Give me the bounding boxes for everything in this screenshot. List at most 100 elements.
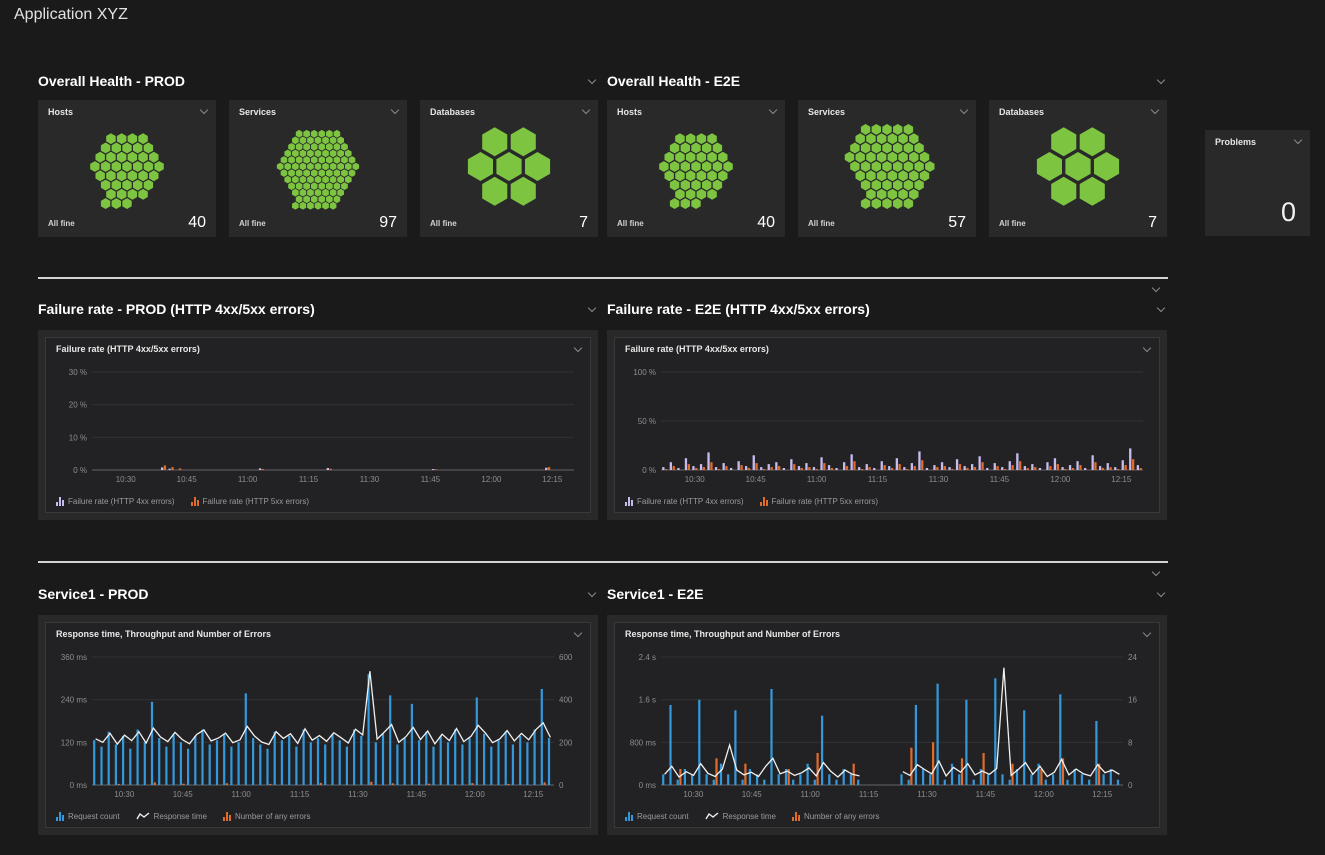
legend-label: Failure rate (HTTP 5xx errors) [772,497,879,506]
entity-count: 40 [757,214,775,232]
chevron-down-icon[interactable] [572,343,584,355]
header-service-prod-label: Service1 - PROD [38,586,149,602]
service-prod-chart[interactable]: 0 ms0120 ms200240 ms400360 ms60010:3010:… [50,647,586,801]
header-health-prod: Overall Health - PROD [38,73,598,89]
hex-cluster [432,122,586,211]
tile-failure-e2e[interactable]: Failure rate (HTTP 4xx/5xx errors) 0 %50… [607,330,1167,520]
entity-count: 7 [1148,214,1157,232]
svg-text:11:30: 11:30 [348,790,368,799]
svg-text:10:30: 10:30 [683,790,704,799]
legend-item[interactable]: Response time [705,812,776,821]
chevron-down-icon[interactable] [1150,283,1162,295]
chevron-down-icon[interactable] [1155,303,1167,315]
chart-inner-tile: Failure rate (HTTP 4xx/5xx errors) 0 %10… [45,337,591,513]
tile-e2e-databases[interactable]: Databases All fine 7 [989,100,1167,237]
header-service-e2e: Service1 - E2E [607,586,1167,602]
svg-text:0 ms: 0 ms [639,781,656,790]
failure-prod-chart[interactable]: 0 %10 %20 %30 %10:3010:4511:0011:1511:30… [50,362,586,486]
bar-series-icon [792,812,800,821]
svg-text:2.4 s: 2.4 s [639,653,656,662]
tile-prod-hosts[interactable]: Hosts All fine 40 [38,100,216,237]
bar-series-icon [56,497,64,506]
header-failure-prod: Failure rate - PROD (HTTP 4xx/5xx errors… [38,301,598,317]
chart-service-prod: 0 ms0120 ms200240 ms400360 ms60010:3010:… [50,647,586,801]
chevron-down-icon[interactable] [586,303,598,315]
chevron-down-icon[interactable] [198,105,210,117]
chevron-down-icon[interactable] [389,105,401,117]
svg-text:12:00: 12:00 [1034,790,1055,799]
tile-title: Problems [1215,137,1256,147]
legend-label: Number of any errors [235,812,311,821]
svg-text:11:15: 11:15 [859,790,879,799]
header-health-e2e: Overall Health - E2E [607,73,1167,89]
chart-failure-e2e: 0 %50 %100 %10:3010:4511:0011:1511:3011:… [619,362,1155,486]
svg-text:24: 24 [1128,653,1137,662]
legend-item[interactable]: Number of any errors [792,812,880,821]
chevron-down-icon[interactable] [572,628,584,640]
svg-text:11:00: 11:00 [231,790,251,799]
chart-title: Response time, Throughput and Number of … [625,629,840,639]
chevron-down-icon[interactable] [1150,567,1162,579]
chevron-down-icon[interactable] [586,588,598,600]
legend-label: Request count [68,812,120,821]
header-service-prod: Service1 - PROD [38,586,598,602]
chart-inner-tile: Response time, Throughput and Number of … [45,622,591,828]
chart-title: Failure rate (HTTP 4xx/5xx errors) [56,344,200,354]
hex-cluster [241,122,395,211]
tile-e2e-hosts[interactable]: Hosts All fine 40 [607,100,785,237]
health-tiles-prod: Hosts All fine 40 Services All fine 97 D… [38,100,598,237]
tile-title: Hosts [617,107,642,117]
legend-item[interactable]: Request count [56,812,120,821]
svg-text:10:45: 10:45 [173,790,194,799]
tile-service-prod[interactable]: Response time, Throughput and Number of … [38,615,598,835]
chevron-down-icon[interactable] [1292,135,1304,147]
svg-text:12:00: 12:00 [1050,475,1071,484]
tile-prod-services[interactable]: Services All fine 97 [229,100,407,237]
svg-text:12:15: 12:15 [1111,475,1132,484]
svg-text:10:30: 10:30 [685,475,706,484]
tile-title: Databases [430,107,475,117]
legend-item[interactable]: Request count [625,812,689,821]
legend-item[interactable]: Failure rate (HTTP 5xx errors) [760,497,879,506]
hex-cluster [619,122,773,211]
svg-text:11:30: 11:30 [360,475,380,484]
chart-inner-tile: Response time, Throughput and Number of … [614,622,1160,828]
hex-cluster-container [432,122,586,211]
legend-item[interactable]: Failure rate (HTTP 5xx errors) [191,497,310,506]
svg-text:11:45: 11:45 [407,790,427,799]
svg-text:11:15: 11:15 [299,475,319,484]
chevron-down-icon[interactable] [586,75,598,87]
chevron-down-icon[interactable] [580,105,592,117]
tile-prod-databases[interactable]: Databases All fine 7 [420,100,598,237]
legend-item[interactable]: Number of any errors [223,812,311,821]
legend-item[interactable]: Failure rate (HTTP 4xx errors) [625,497,744,506]
header-health-prod-label: Overall Health - PROD [38,73,185,89]
legend-label: Failure rate (HTTP 4xx errors) [68,497,175,506]
chevron-down-icon[interactable] [1141,628,1153,640]
hex-cluster-container [619,122,773,211]
chevron-down-icon[interactable] [1149,105,1161,117]
tile-failure-prod[interactable]: Failure rate (HTTP 4xx/5xx errors) 0 %10… [38,330,598,520]
health-tiles-e2e: Hosts All fine 40 Services All fine 57 D… [607,100,1167,237]
svg-text:0 %: 0 % [73,466,87,475]
legend-item[interactable]: Response time [136,812,207,821]
tile-service-e2e[interactable]: Response time, Throughput and Number of … [607,615,1167,835]
chevron-down-icon[interactable] [1155,75,1167,87]
chevron-down-icon[interactable] [958,105,970,117]
tile-problems[interactable]: Problems 0 [1205,130,1310,236]
chevron-down-icon[interactable] [1155,588,1167,600]
legend-item[interactable]: Failure rate (HTTP 4xx errors) [56,497,175,506]
service-e2e-chart[interactable]: 0 ms0800 ms81.6 s162.4 s2410:3010:4511:0… [619,647,1155,801]
entity-count: 7 [579,214,588,232]
entity-count: 57 [948,214,966,232]
svg-text:11:15: 11:15 [290,790,310,799]
tile-e2e-services[interactable]: Services All fine 57 [798,100,976,237]
failure-e2e-chart[interactable]: 0 %50 %100 %10:3010:4511:0011:1511:3011:… [619,362,1155,486]
hex-cluster-container [810,122,964,211]
tile-title: Services [808,107,845,117]
chevron-down-icon[interactable] [767,105,779,117]
bar-series-icon [625,497,633,506]
divider [38,561,1168,563]
svg-text:11:00: 11:00 [238,475,258,484]
chevron-down-icon[interactable] [1141,343,1153,355]
